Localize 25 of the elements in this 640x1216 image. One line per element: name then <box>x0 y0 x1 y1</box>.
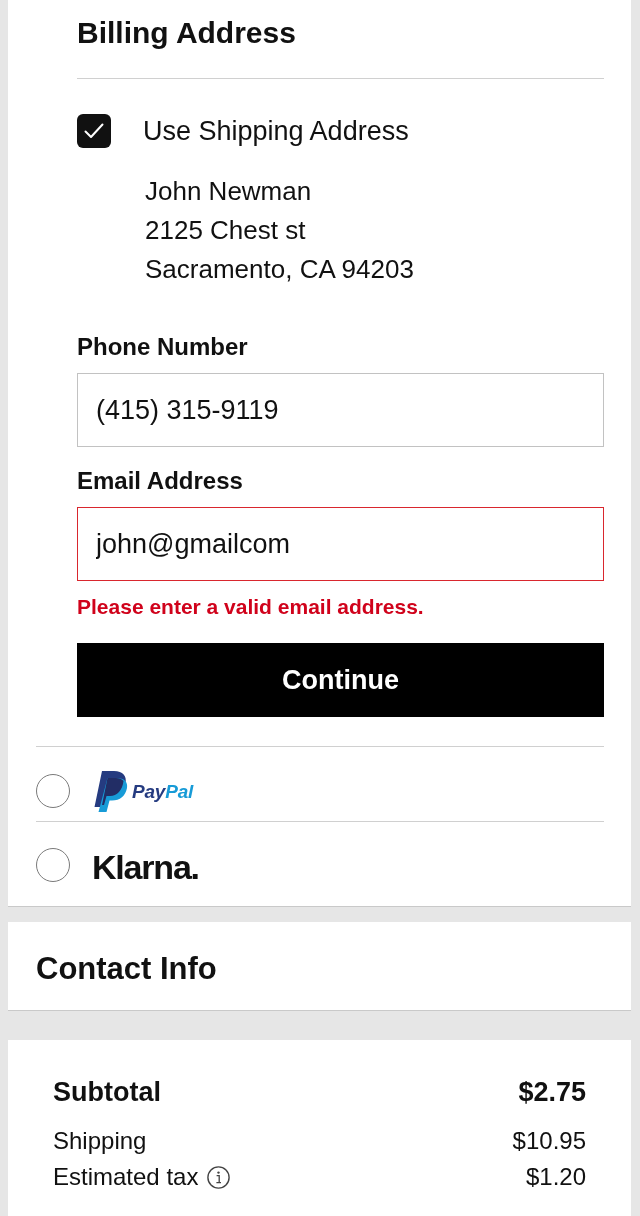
radio-button[interactable] <box>36 774 70 808</box>
summary-label: Estimated tax <box>53 1162 199 1192</box>
field-label: Phone Number <box>77 333 248 361</box>
address-line: Sacramento, CA 94203 <box>145 253 414 286</box>
logo-mark-icon <box>94 770 128 812</box>
brand-wordmark: Klarna. <box>92 848 199 886</box>
brand-wordmark: PayPal <box>132 781 194 803</box>
summary-value: $1.20 <box>525 1162 586 1192</box>
section-title[interactable]: Contact Info <box>36 951 217 987</box>
summary-label: Shipping <box>53 1126 147 1156</box>
checkbox[interactable] <box>77 114 111 148</box>
subtotal-label: Subtotal <box>53 1076 161 1108</box>
error-message: Please enter a valid email address. <box>77 595 424 619</box>
field-label: Email Address <box>77 467 243 495</box>
section-title: Billing Address <box>77 15 296 51</box>
radio-button[interactable] <box>36 848 70 882</box>
text-input-field[interactable]: (415) 315-9119 <box>77 373 604 447</box>
checkbox-label: Use Shipping Address <box>143 115 409 148</box>
subtotal-value: $2.75 <box>518 1076 586 1108</box>
continue-button[interactable]: Continue <box>77 643 604 717</box>
text-input-field[interactable]: john@gmailcom <box>77 507 604 581</box>
check-icon <box>84 123 104 139</box>
summary-value: $10.95 <box>512 1126 586 1156</box>
address-line: John Newman <box>145 175 312 208</box>
address-line: 2125 Chest st <box>145 214 306 247</box>
